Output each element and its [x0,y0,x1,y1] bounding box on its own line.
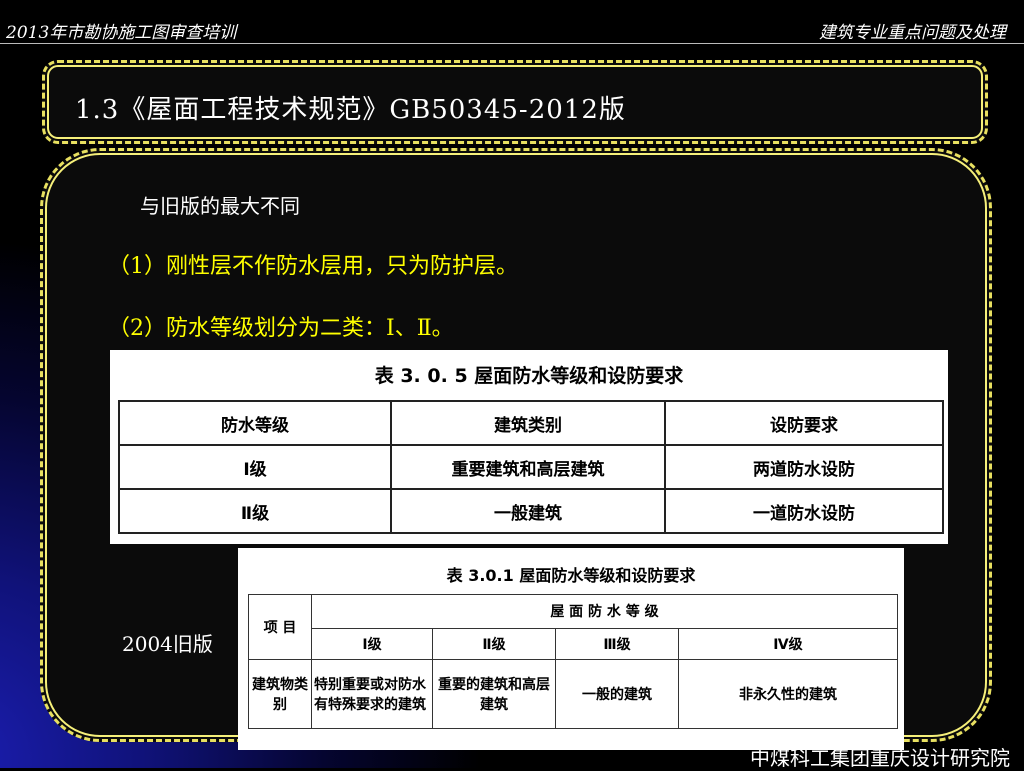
table-row: 建筑物类别 特别重要或对防水有特殊要求的建筑 重要的建筑和高层建筑 一般的建筑 … [248,659,898,729]
table-cell: Ⅱ级 [118,488,392,534]
table-row: 项 目 屋 面 防 水 等 级 [248,594,898,660]
table-row: 防水等级 建筑类别 设防要求 [118,400,944,446]
slide-title: 1.3《屋面工程技术规范》GB50345-2012版 [75,95,626,125]
table-row: Ⅱ级 一般建筑 一道防水设防 [118,488,944,534]
new-table-scan: 表 3. 0. 5 屋面防水等级和设防要求 防水等级 建筑类别 设防要求 Ⅰ级 … [110,350,948,544]
table-cell: 重要建筑和高层建筑 [390,444,666,490]
header-divider [0,43,1024,44]
level-cell: Ⅲ级 [555,627,679,661]
table-cell: 一般的建筑 [555,659,679,729]
table-cell: 一般建筑 [390,488,666,534]
group-header-cell: 屋 面 防 水 等 级 [311,594,898,629]
table-cell: 一道防水设防 [664,488,944,534]
footer-org: 中煤科工集团重庆设计研究院 [750,746,1010,770]
old-version-label: 2004旧版 [122,632,213,656]
new-table: 防水等级 建筑类别 设防要求 Ⅰ级 重要建筑和高层建筑 两道防水设防 Ⅱ级 一般… [118,400,944,534]
level-cell: Ⅰ级 [311,627,433,661]
title-box: 1.3《屋面工程技术规范》GB50345-2012版 [42,60,988,144]
level-cell: Ⅳ级 [678,627,898,661]
point-1: （1）刚性层不作防水层用，只为防护层。 [108,254,518,279]
old-table-scan: 表 3.0.1 屋面防水等级和设防要求 项 目 屋 面 防 水 等 级 Ⅰ级 Ⅱ… [238,548,904,750]
slide-subtitle: 与旧版的最大不同 [140,194,300,218]
level-cell: Ⅱ级 [432,627,556,661]
table-cell: 非永久性的建筑 [678,659,898,729]
row-label-cell: 建筑物类别 [248,659,312,729]
old-table-caption: 表 3.0.1 屋面防水等级和设防要求 [446,566,696,585]
table-cell: 重要的建筑和高层建筑 [432,659,556,729]
point-2: （2）防水等级划分为二类：Ⅰ、Ⅱ。 [108,316,454,341]
item-label-cell: 项 目 [248,594,312,660]
table-row: Ⅰ级 重要建筑和高层建筑 两道防水设防 [118,444,944,490]
new-table-caption: 表 3. 0. 5 屋面防水等级和设防要求 [374,365,684,387]
table-cell: Ⅰ级 [118,444,392,490]
header-right-title: 建筑专业重点问题及处理 [819,23,1006,43]
header-cell: 建筑类别 [390,400,666,446]
header-left-title: 2013年市勘协施工图审查培训 [6,23,237,43]
header-cell: 设防要求 [664,400,944,446]
table-cell: 两道防水设防 [664,444,944,490]
table-row: Ⅰ级 Ⅱ级 Ⅲ级 Ⅳ级 [249,627,898,661]
table-cell: 特别重要或对防水有特殊要求的建筑 [311,659,433,729]
old-table: 项 目 屋 面 防 水 等 级 Ⅰ级 Ⅱ级 Ⅲ级 Ⅳ级 建筑物类别 特别重要或对… [248,594,898,729]
header-cell: 防水等级 [118,400,392,446]
